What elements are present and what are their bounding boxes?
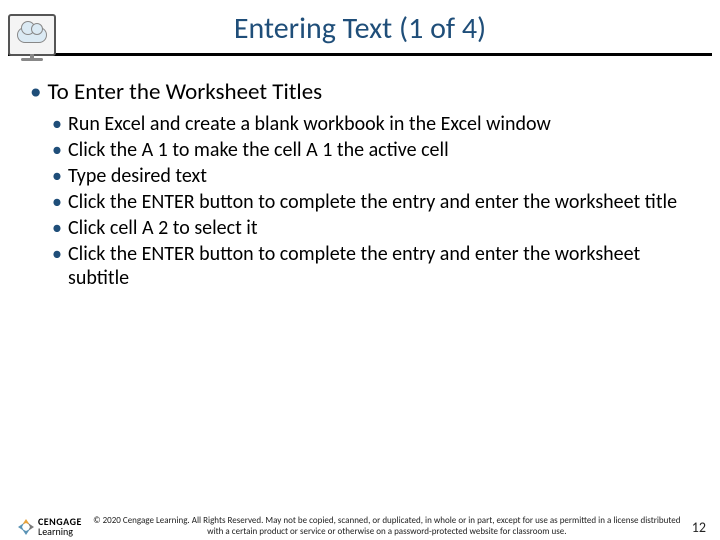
- heading-text: To Enter the Worksheet Titles: [47, 78, 322, 106]
- list-item: •Click the A 1 to make the cell A 1 the …: [30, 138, 690, 162]
- cengage-logo: CENGAGE Learning: [18, 517, 82, 537]
- list-item: •Click the ENTER button to complete the …: [30, 242, 690, 290]
- monitor-cloud-icon: [8, 14, 56, 56]
- list-item: •Run Excel and create a blank workbook i…: [30, 112, 690, 136]
- brand-sub: Learning: [38, 527, 82, 537]
- copyright-text: © 2020 Cengage Learning. All Rights Rese…: [82, 516, 692, 538]
- list-item: •Click cell A 2 to select it: [30, 216, 690, 240]
- page-number: 12: [692, 519, 706, 536]
- footer: CENGAGE Learning © 2020 Cengage Learning…: [0, 516, 720, 538]
- logo-mark-icon: [18, 519, 34, 535]
- slide-title: Entering Text (1 of 4): [0, 10, 720, 47]
- section-heading: •To Enter the Worksheet Titles: [30, 78, 690, 106]
- slide-content: •To Enter the Worksheet Titles •Run Exce…: [0, 56, 720, 290]
- list-item: •Type desired text: [30, 164, 690, 188]
- list-item: •Click the ENTER button to complete the …: [30, 190, 690, 214]
